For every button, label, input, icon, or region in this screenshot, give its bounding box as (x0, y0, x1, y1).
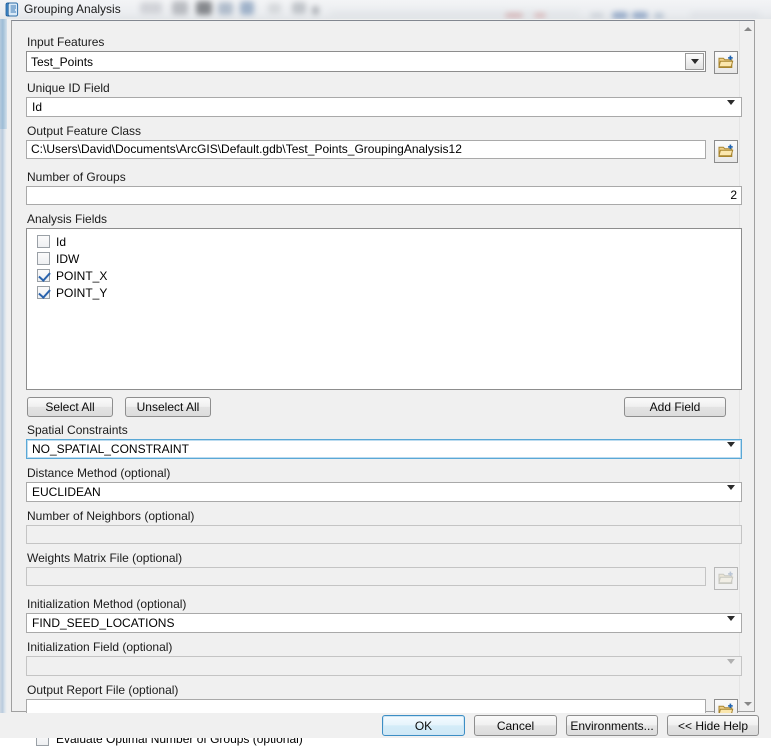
window-title: Grouping Analysis (24, 2, 121, 16)
spatial-constraints-label: Spatial Constraints (27, 423, 128, 437)
checkbox-point-y[interactable] (37, 286, 50, 299)
weights-matrix-file-label: Weights Matrix File (optional) (27, 551, 183, 565)
environments-button[interactable]: Environments... (566, 715, 658, 736)
cancel-button[interactable]: Cancel (474, 715, 557, 736)
number-of-groups-input[interactable]: 2 (26, 186, 742, 205)
folder-add-icon (717, 144, 733, 157)
spatial-constraints-value: NO_SPATIAL_CONSTRAINT (32, 442, 189, 456)
ok-button[interactable]: OK (382, 715, 465, 736)
unselect-all-button[interactable]: Unselect All (125, 397, 211, 417)
field-weights-matrix-file: Weights Matrix File (optional) (26, 551, 740, 590)
number-of-groups-value: 2 (730, 188, 737, 202)
field-distance-method: Distance Method (optional) EUCLIDEAN (26, 466, 742, 504)
list-item-label: POINT_Y (56, 285, 108, 300)
distance-method-label: Distance Method (optional) (27, 466, 171, 480)
distance-method-combo[interactable]: EUCLIDEAN (26, 482, 742, 504)
initialization-field-label: Initialization Field (optional) (27, 640, 173, 654)
parameters-form: Input Features Test_Points Unique ID Fie… (12, 21, 742, 746)
list-item[interactable]: POINT_Y (27, 284, 741, 301)
unique-id-field-value: Id (32, 100, 43, 114)
analysis-fields-label: Analysis Fields (27, 212, 108, 226)
chevron-down-icon[interactable] (727, 442, 735, 461)
input-features-value: Test_Points (31, 54, 94, 69)
number-of-groups-label: Number of Groups (27, 170, 126, 184)
add-field-button[interactable]: Add Field (624, 397, 726, 417)
chevron-down-icon[interactable] (685, 53, 704, 70)
folder-add-icon (717, 571, 733, 584)
unique-id-field-combo[interactable]: Id (26, 97, 742, 119)
chevron-down-icon[interactable] (727, 100, 735, 119)
distance-method-value: EUCLIDEAN (32, 485, 101, 499)
initialization-field-combo[interactable] (26, 656, 742, 678)
list-item[interactable]: POINT_X (27, 267, 741, 284)
checkbox-point-x[interactable] (37, 269, 50, 282)
number-of-neighbors-label: Number of Neighbors (optional) (27, 509, 195, 523)
weights-matrix-file-browse-button[interactable] (714, 567, 738, 590)
field-initialization-field: Initialization Field (optional) (26, 640, 742, 678)
field-initialization-method: Initialization Method (optional) FIND_SE… (26, 597, 742, 635)
checkbox-id[interactable] (37, 235, 50, 248)
field-number-of-groups: Number of Groups 2 (26, 170, 742, 205)
number-of-neighbors-input[interactable] (26, 525, 742, 544)
window-left-edge-highlight (0, 19, 7, 129)
select-all-button[interactable]: Select All (27, 397, 113, 417)
spatial-constraints-combo[interactable]: NO_SPATIAL_CONSTRAINT (26, 439, 742, 461)
list-item-label: Id (56, 234, 67, 249)
weights-matrix-file-input[interactable] (26, 567, 706, 586)
output-feature-class-browse-button[interactable] (714, 140, 738, 163)
list-item-label: IDW (56, 251, 80, 266)
field-analysis-fields: Analysis Fields Id IDW POINT_X POINT_Y (26, 212, 742, 390)
chevron-down-icon[interactable] (727, 485, 735, 504)
chevron-down-icon[interactable] (727, 616, 735, 635)
initialization-method-value: FIND_SEED_LOCATIONS (32, 616, 175, 630)
field-input-features: Input Features Test_Points (26, 35, 740, 74)
output-feature-class-label: Output Feature Class (27, 124, 142, 138)
input-features-combo[interactable]: Test_Points (26, 51, 706, 72)
analysis-fields-listbox[interactable]: Id IDW POINT_X POINT_Y (26, 228, 742, 390)
dialog-button-bar: OK Cancel Environments... << Hide Help (0, 713, 771, 738)
output-report-file-label: Output Report File (optional) (27, 683, 179, 697)
hide-help-button[interactable]: << Hide Help (667, 715, 759, 736)
folder-add-icon (717, 55, 733, 68)
output-feature-class-value: C:\Users\David\Documents\ArcGIS\Default.… (31, 142, 462, 156)
input-features-label: Input Features (27, 35, 105, 49)
parameters-panel: Input Features Test_Points Unique ID Fie… (11, 20, 755, 746)
field-spatial-constraints: Spatial Constraints NO_SPATIAL_CONSTRAIN… (26, 423, 742, 461)
output-feature-class-input[interactable]: C:\Users\David\Documents\ArcGIS\Default.… (26, 140, 706, 159)
scroll-down-arrow-icon[interactable] (740, 696, 755, 711)
list-item[interactable]: Id (27, 233, 741, 250)
field-number-of-neighbors: Number of Neighbors (optional) (26, 509, 742, 544)
field-unique-id: Unique ID Field Id (26, 81, 742, 119)
field-list-actions: Select All Unselect All Add Field (27, 397, 740, 417)
list-item-label: POINT_X (56, 268, 108, 283)
dialog-window: Input Features Test_Points Unique ID Fie… (0, 19, 771, 746)
unique-id-field-label: Unique ID Field (27, 81, 110, 95)
field-output-feature-class: Output Feature Class C:\Users\David\Docu… (26, 124, 740, 163)
script-tool-icon (5, 2, 20, 17)
list-item[interactable]: IDW (27, 250, 741, 267)
scroll-up-arrow-icon[interactable] (740, 21, 755, 36)
chevron-down-icon[interactable] (727, 659, 735, 678)
initialization-method-label: Initialization Method (optional) (27, 597, 187, 611)
initialization-method-combo[interactable]: FIND_SEED_LOCATIONS (26, 613, 742, 635)
checkbox-idw[interactable] (37, 252, 50, 265)
input-features-browse-button[interactable] (714, 51, 738, 74)
window-title-bar: Grouping Analysis (0, 0, 771, 19)
